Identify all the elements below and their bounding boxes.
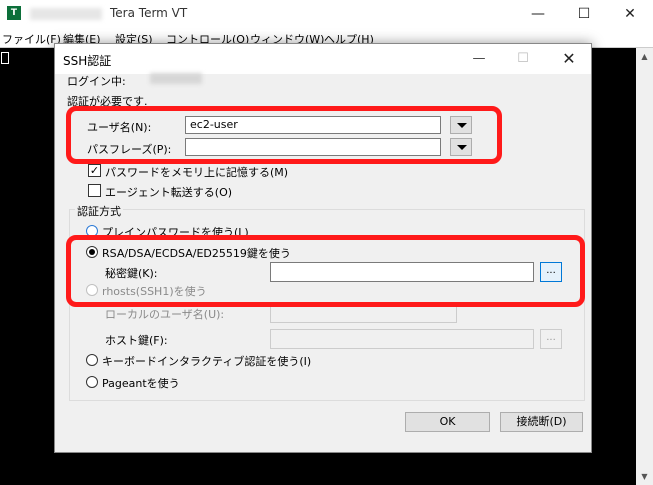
agent-forwarding-checkbox[interactable] [88, 184, 101, 197]
scroll-down-arrow-icon[interactable]: ▼ [636, 468, 653, 485]
terminal-scrollbar[interactable]: ▲ ▼ [636, 48, 653, 485]
login-label: ログイン中: [67, 75, 126, 88]
blurred-login-host [150, 73, 202, 84]
keyboard-interactive-radio[interactable] [86, 354, 98, 366]
scroll-thumb[interactable] [639, 66, 650, 466]
minimize-button[interactable]: — [515, 0, 561, 28]
host-key-label: ホスト鍵(F): [105, 334, 168, 347]
pageant-radio[interactable] [86, 376, 98, 388]
keyboard-interactive-label: キーボードインタラクティブ認証を使う(I) [102, 355, 312, 368]
main-titlebar: T Tera Term VT — ☐ ✕ [0, 0, 653, 28]
local-user-label: ローカルのユーザ名(U): [105, 308, 225, 321]
terminal-cursor [1, 52, 9, 64]
dialog-maximize-button: ☐ [517, 51, 529, 66]
username-highlight-box [66, 106, 502, 164]
dialog-title: SSH認証 [63, 54, 112, 68]
rsa-key-highlight-box [66, 235, 585, 307]
auth-method-title: 認証方式 [75, 203, 123, 219]
disconnect-button[interactable]: 接続断(D) [500, 412, 583, 432]
window-title: Tera Term VT [110, 6, 188, 20]
host-key-browse-button[interactable]: ... [540, 329, 562, 349]
ok-button[interactable]: OK [405, 412, 490, 432]
agent-forwarding-label: エージェント転送する(O) [105, 186, 233, 199]
menu-file[interactable]: ファイル(F) [2, 31, 61, 47]
scroll-up-arrow-icon[interactable]: ▲ [636, 48, 653, 65]
remember-password-checkbox[interactable]: ✓ [88, 164, 101, 177]
teraterm-app-icon: T [7, 6, 21, 20]
dialog-minimize-button[interactable]: — [459, 44, 499, 74]
pageant-label: Pageantを使う [102, 377, 180, 390]
dialog-titlebar: SSH認証 — ☐ ✕ [55, 44, 591, 74]
host-key-input[interactable] [270, 329, 534, 349]
close-button[interactable]: ✕ [607, 0, 653, 28]
dialog-close-button[interactable]: ✕ [547, 44, 591, 74]
blurred-host-name [30, 8, 102, 20]
maximize-button[interactable]: ☐ [561, 0, 607, 28]
remember-password-label: パスワードをメモリ上に記憶する(M) [105, 166, 289, 179]
